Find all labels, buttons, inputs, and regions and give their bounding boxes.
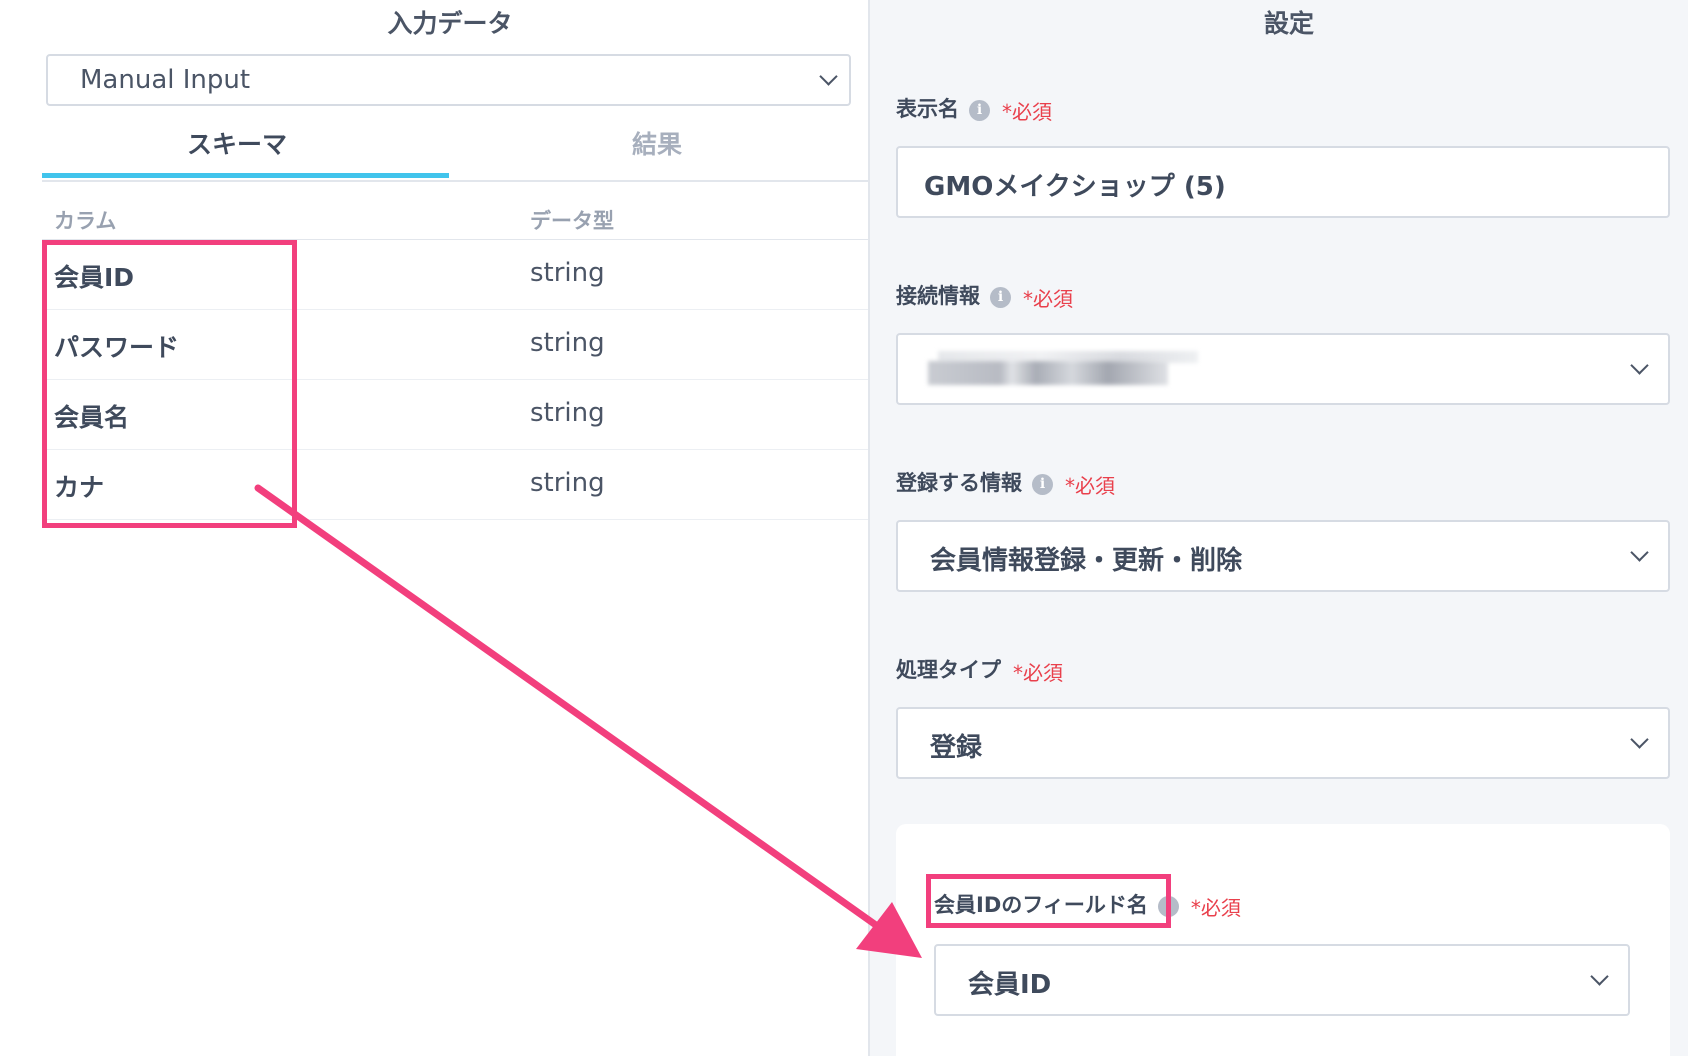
field-mapping-card: 会員IDのフィールド名 i *必須 会員ID (896, 824, 1670, 1056)
required-marker: *必須 (1065, 473, 1115, 498)
required-marker: *必須 (1002, 99, 1052, 124)
display-name-label-text: 表示名 (896, 97, 959, 121)
register-info-select[interactable]: 会員情報登録・更新・削除 (896, 520, 1670, 592)
info-icon[interactable]: i (990, 286, 1011, 308)
process-type-label: 処理タイプ *必須 (896, 654, 1063, 686)
process-type-value: 登録 (930, 733, 983, 763)
active-tab-indicator (42, 173, 449, 178)
connection-select[interactable] (896, 333, 1670, 405)
chevron-down-icon (1630, 356, 1649, 375)
column-type: string (530, 468, 605, 498)
required-marker: *必須 (1013, 660, 1063, 685)
highlight-box-field-label (926, 874, 1171, 928)
redacted-text (928, 361, 1168, 385)
display-name-value: GMOメイクショップ (5) (924, 172, 1226, 202)
input-data-panel: 入力データ Manual Input スキーマ 結果 カラム データ型 会員ID… (0, 0, 868, 1056)
required-marker: *必須 (1190, 895, 1241, 920)
register-info-label-text: 登録する情報 (896, 471, 1022, 495)
input-data-title: 入力データ (387, 9, 513, 38)
info-icon[interactable]: i (1032, 473, 1053, 495)
column-type: string (530, 398, 605, 428)
display-name-label: 表示名 i *必須 (896, 93, 1052, 125)
column-header-type: データ型 (530, 209, 614, 233)
process-type-label-text: 処理タイプ (896, 658, 1001, 682)
column-header-name: カラム (54, 209, 117, 233)
chevron-down-icon (1630, 543, 1649, 562)
required-marker: *必須 (1023, 286, 1073, 311)
chevron-down-icon (1630, 730, 1649, 749)
highlight-box-columns (42, 240, 297, 528)
tab-schema[interactable]: スキーマ (187, 125, 287, 161)
register-info-label: 登録する情報 i *必須 (896, 467, 1115, 499)
chevron-down-icon (1590, 967, 1609, 986)
member-id-field-value: 会員ID (968, 970, 1052, 1000)
display-name-input[interactable]: GMOメイクショップ (5) (896, 146, 1670, 218)
connection-label-text: 接続情報 (896, 284, 980, 308)
tab-divider (42, 180, 868, 182)
source-select[interactable]: Manual Input (46, 54, 851, 106)
info-icon[interactable]: i (969, 99, 990, 121)
column-type: string (530, 258, 605, 288)
tab-result[interactable]: 結果 (632, 125, 682, 161)
source-select-value: Manual Input (80, 65, 251, 95)
member-id-field-select[interactable]: 会員ID (934, 944, 1630, 1016)
register-info-value: 会員情報登録・更新・削除 (930, 546, 1243, 576)
chevron-down-icon (819, 67, 838, 86)
connection-label: 接続情報 i *必須 (896, 280, 1073, 312)
settings-title: 設定 (1263, 9, 1314, 38)
column-type: string (530, 328, 605, 358)
process-type-select[interactable]: 登録 (896, 707, 1670, 779)
